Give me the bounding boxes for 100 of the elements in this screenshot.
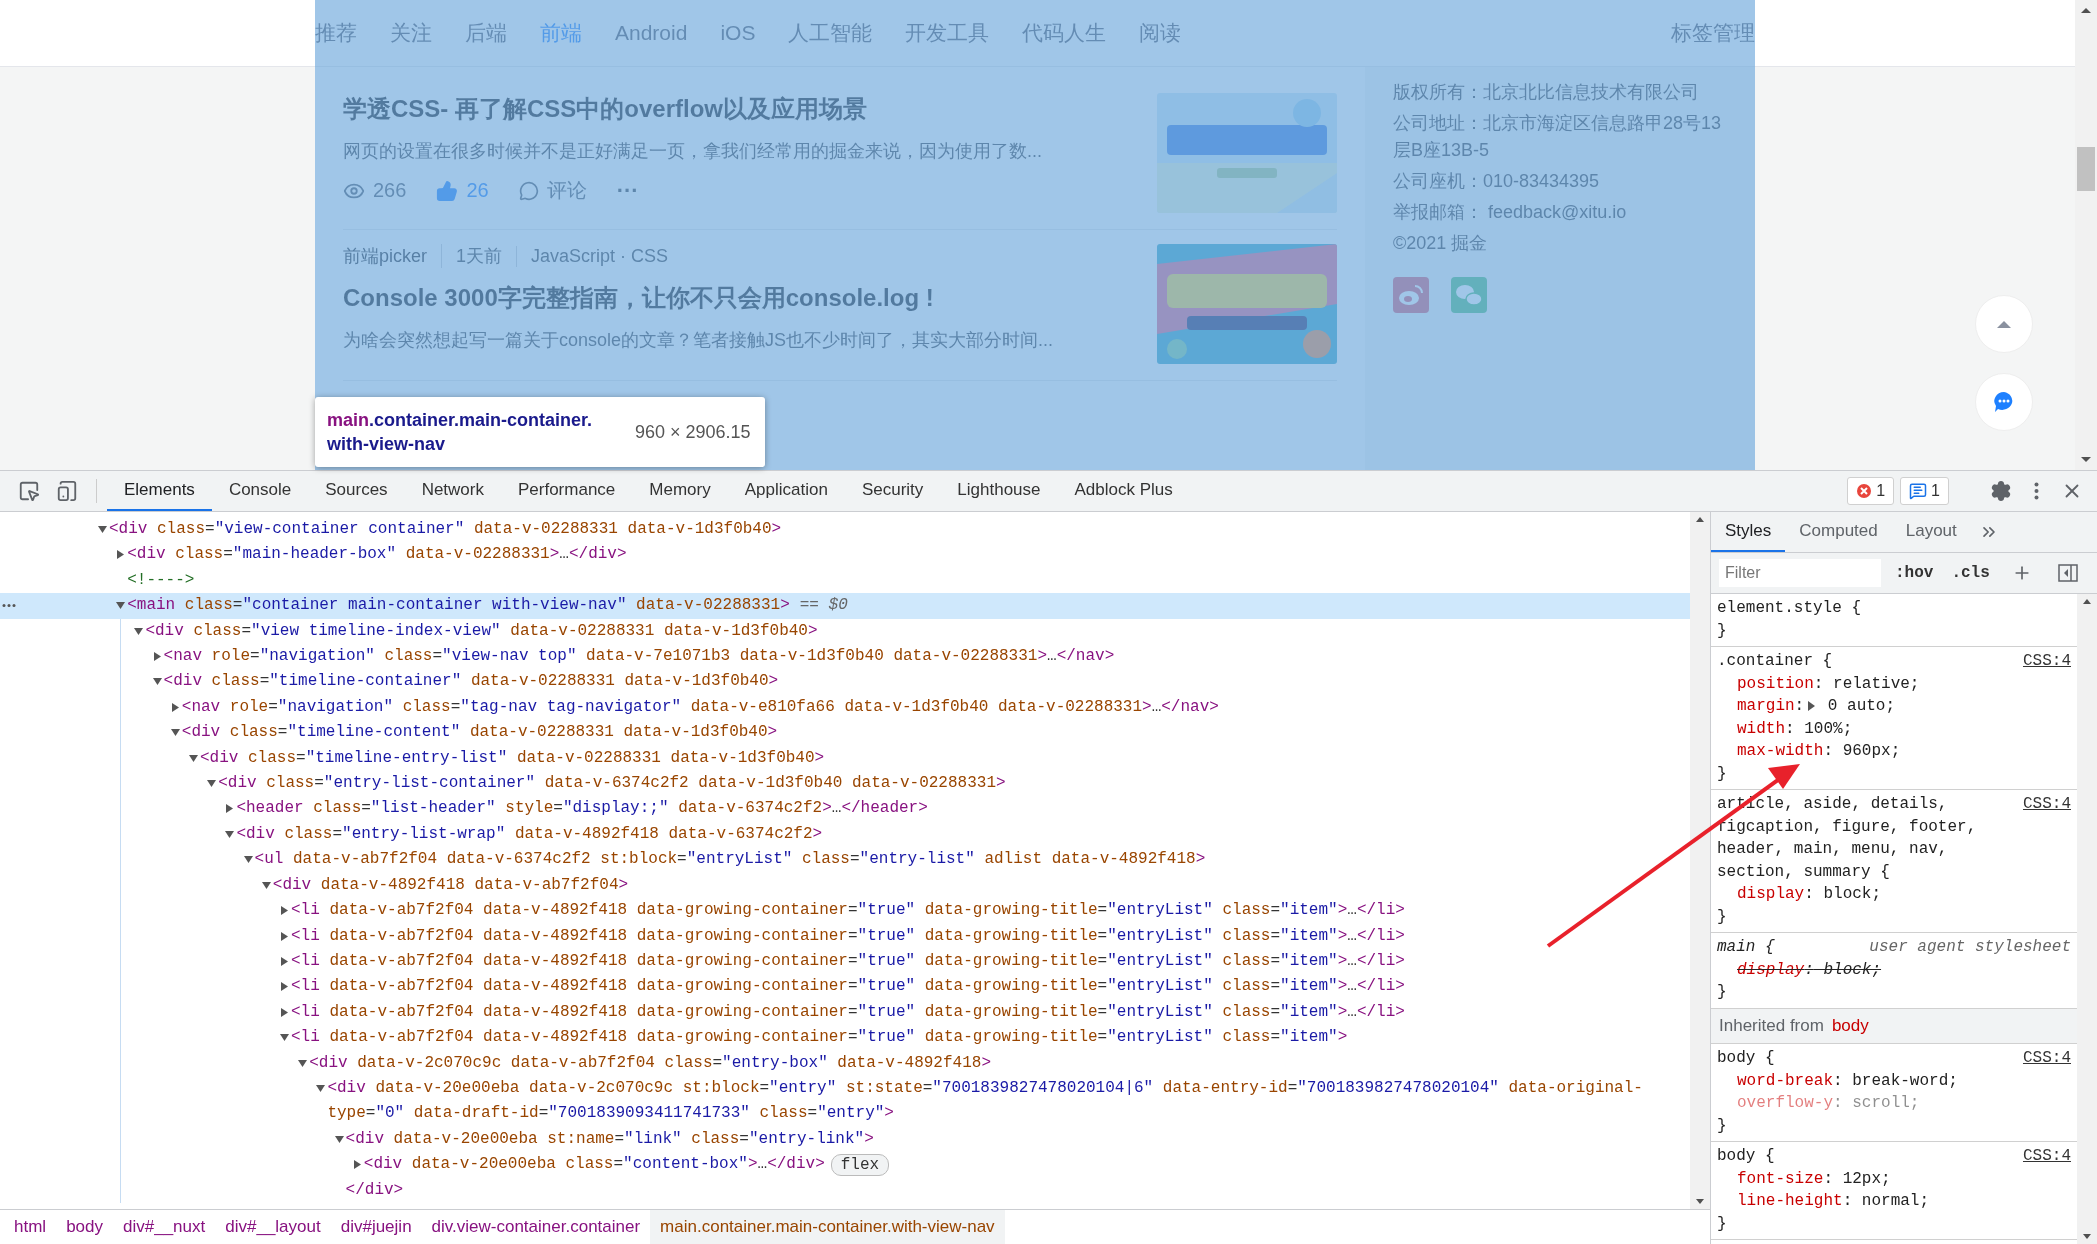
breadcrumb-item[interactable]: html	[4, 1210, 57, 1244]
tree-row[interactable]: <div class="timeline-container" data-v-02288331 data-v-1d3f0b40>	[0, 669, 1690, 695]
breadcrumb-item[interactable]: div.view-container.container	[421, 1210, 651, 1244]
html-tag: <div class="timeline-content" data-v-02288331 data-v-1d3f0b40>	[181, 720, 778, 746]
html-tag: <div class="main-header-box" data-v-02288331>…</div>	[127, 542, 627, 568]
thumbs-up-icon[interactable]	[436, 179, 459, 202]
devtools-tab[interactable]: Security	[844, 471, 941, 511]
tree-row[interactable]: <li data-v-ab7f2f04 data-v-4892f418 data-growing-container="true" data-growing-title="entryList" class="item">…</li>	[0, 999, 1690, 1026]
tree-row[interactable]: <div class="view timeline-index-view" data-v-02288331 data-v-1d3f0b40>	[0, 618, 1690, 645]
css-declaration[interactable]: display: block;	[1717, 958, 1882, 981]
tree-row[interactable]: <div data-v-20e00eba data-v-2c070c9c st:block="entry" st:state="7001839827478020104|6" data-entry-id="7001839827478020104" data-original-type="0" data-draft-id="7001839093411741733" class="entry">	[0, 1075, 1690, 1127]
tree-row[interactable]: <div class="entry-list-container" data-v-6374c2f2 data-v-1d3f0b40 data-v-02288331>	[0, 771, 1690, 797]
message-counter[interactable]: 1	[1900, 477, 1949, 505]
footer-text: 公司地址：北京市海淀区信息路甲28号13层B座13B-5	[1393, 112, 1723, 162]
breadcrumb-item[interactable]: div#juejin	[330, 1210, 422, 1244]
devtools-tab[interactable]: Elements	[107, 471, 212, 511]
html-comment: <!---->	[127, 569, 195, 591]
tree-row[interactable]: <main class="container main-container with-view-nav" data-v-02288331> == $0	[0, 593, 1690, 619]
css-declaration[interactable]: width: 100%;	[1717, 717, 1853, 740]
css-declaration[interactable]: word-break: break-word;	[1717, 1069, 1958, 1092]
devtools-tab[interactable]: Sources	[308, 471, 405, 511]
tree-row[interactable]: <li data-v-ab7f2f04 data-v-4892f418 data-growing-container="true" data-growing-title="entryList" class="item">…</li>	[0, 898, 1690, 924]
tree-row[interactable]: <header class="list-header" style="display:;" data-v-6374c2f2>…</header>	[0, 796, 1690, 822]
error-counter[interactable]: 1	[1847, 477, 1895, 505]
scrollbar[interactable]	[2075, 0, 2097, 470]
breadcrumb-item[interactable]: main.container.main-container.with-view-nav	[650, 1210, 1005, 1244]
scroll-thumb[interactable]	[2077, 147, 2095, 191]
rule-source[interactable]: CSS:4	[2023, 1047, 2071, 1070]
tree-row[interactable]: <nav role="navigation" class="tag-nav tag-navigator" data-v-e810fa66 data-v-1d3f0b40 data-v-02288331>…</nav>	[0, 694, 1690, 721]
tree-row[interactable]: <div class="view-container container" data-v-02288331 data-v-1d3f0b40>	[0, 517, 1690, 543]
rule-source[interactable]: CSS:4	[2023, 1145, 2071, 1168]
devtools-tab[interactable]: Lighthouse	[940, 471, 1058, 511]
tree-row[interactable]: <nav role="navigation" class="view-nav top" data-v-7e1071b3 data-v-1d3f0b40 data-v-02288331>…</nav>	[0, 644, 1690, 670]
devtools-tab[interactable]: Application	[727, 471, 845, 511]
html-tag: <div data-v-20e00eba data-v-2c070c9c st:block="entry" st:state="7001839827478020104|6" data-entry-id="7001839827478020104" data-original-type="0" data-draft-id="7001839093411741733" class="entry">	[327, 1075, 1666, 1127]
scroll-down-icon[interactable]	[1695, 1198, 1705, 1205]
css-declaration[interactable]: font-size: 12px;	[1717, 1167, 1891, 1190]
html-tag: <div class="entry-list-container" data-v-6374c2f2 data-v-1d3f0b40 data-v-02288331>	[218, 771, 1006, 797]
css-declaration[interactable]: position: relative;	[1717, 672, 1920, 695]
css-declaration[interactable]: max-width: 960px;	[1717, 740, 1901, 763]
rule-source[interactable]: CSS:4	[2023, 793, 2071, 816]
caret-up-icon	[1996, 319, 2012, 329]
comment-icon	[518, 180, 539, 201]
tree-row[interactable]: <div data-v-20e00eba st:name="link" class="entry-link">	[0, 1126, 1690, 1153]
css-declaration[interactable]: display: block;	[1717, 883, 1882, 906]
breadcrumb-item[interactable]: div#__layout	[215, 1210, 331, 1244]
tree-row[interactable]: <div class="entry-list-wrap" data-v-4892f418 data-v-6374c2f2>	[0, 821, 1690, 848]
tree-row[interactable]: <li data-v-ab7f2f04 data-v-4892f418 data-growing-container="true" data-growing-title="entryList" class="item">…</li>	[0, 923, 1690, 949]
html-tag: <li data-v-ab7f2f04 data-v-4892f418 data-growing-container="true" data-growing-title="entryList" class="item">…</li>	[291, 898, 1405, 924]
devtools-tab[interactable]: Adblock Plus	[1057, 471, 1190, 511]
classes-button[interactable]: .cls	[1947, 564, 1994, 582]
tree-row[interactable]: <!---->	[0, 567, 1690, 594]
scroll-up-icon[interactable]	[1695, 516, 1705, 523]
tree-row[interactable]: <ul data-v-ab7f2f04 data-v-6374c2f2 st:block="entryList" class="entry-list" adlist data-v-4892f418>	[0, 847, 1690, 873]
styles-tab[interactable]: Computed	[1785, 512, 1892, 552]
css-declaration[interactable]: margin: 0 auto;	[1717, 695, 1896, 718]
html-tag: <div data-v-20e00eba st:name="link" class="entry-link">	[345, 1126, 874, 1153]
scroll-down-icon[interactable]	[2080, 456, 2092, 464]
styles-tab[interactable]: Layout	[1891, 512, 1971, 552]
flex-badge[interactable]: flex	[830, 1153, 890, 1176]
more-icon[interactable]	[2, 603, 16, 609]
html-tag: <ul data-v-ab7f2f04 data-v-6374c2f2 st:block="entryList" class="entry-list" adlist data-v-4892f418>	[254, 847, 1206, 873]
css-declaration[interactable]: line-height: normal;	[1717, 1190, 1930, 1213]
devtools-tab[interactable]: Console	[211, 471, 309, 511]
devtools-tab[interactable]: Performance	[501, 471, 633, 511]
html-tag: <div class="view timeline-index-view" data-v-02288331 data-v-1d3f0b40>	[145, 618, 818, 645]
devices-icon	[56, 480, 78, 502]
tree-row[interactable]: <li data-v-ab7f2f04 data-v-4892f418 data-growing-container="true" data-growing-title="entryList" class="item">…</li>	[0, 974, 1690, 1000]
element-size: 960 × 2906.15	[635, 421, 751, 443]
inherited-element-link[interactable]: body	[1831, 1014, 1869, 1037]
html-tag: </div>	[345, 1177, 404, 1203]
scroll-down-icon[interactable]	[2082, 1233, 2092, 1240]
breadcrumb-item[interactable]: div#__nuxt	[113, 1210, 216, 1244]
tree-row[interactable]: <li data-v-ab7f2f04 data-v-4892f418 data-growing-container="true" data-growing-title="entryList" class="item">	[0, 1025, 1690, 1051]
scroll-up-icon[interactable]	[2080, 6, 2092, 14]
chat-icon	[1993, 391, 2015, 413]
tree-row[interactable]: <div class="main-header-box" data-v-02288331>…</div>	[0, 542, 1690, 568]
rule-source[interactable]: user agent stylesheet	[1869, 936, 2071, 959]
scroll-up-icon[interactable]	[2082, 598, 2092, 605]
console-reference: == $0	[799, 595, 848, 617]
html-tag: <div class="entry-list-wrap" data-v-4892f418 data-v-6374c2f2>	[236, 821, 823, 848]
devtools-tab[interactable]: Memory	[632, 471, 728, 511]
rule-source[interactable]: CSS:4	[2023, 650, 2071, 673]
scrollbar[interactable]	[1690, 512, 1710, 1209]
tree-row[interactable]: <div class="timeline-content" data-v-02288331 data-v-1d3f0b40>	[0, 720, 1690, 746]
tree-row[interactable]: <div data-v-4892f418 data-v-ab7f2f04>	[0, 872, 1690, 899]
breadcrumb-item[interactable]: body	[56, 1210, 113, 1244]
tree-row[interactable]: <div data-v-2c070c9c data-v-ab7f2f04 class="entry-box" data-v-4892f418>	[0, 1050, 1690, 1076]
hover-state-button[interactable]: :hov	[1891, 564, 1938, 582]
css-selector: .container {	[1717, 651, 1833, 672]
html-tag: <nav role="navigation" class="view-nav top" data-v-7e1071b3 data-v-1d3f0b40 data-v-02288331>…</nav>	[163, 644, 1115, 670]
tree-row[interactable]: <div data-v-20e00eba class="content-box">…</div> flex	[0, 1152, 1690, 1178]
html-tag: <li data-v-ab7f2f04 data-v-4892f418 data-growing-container="true" data-growing-title="entryList" class="item">…</li>	[291, 948, 1405, 975]
tree-row[interactable]: <div class="timeline-entry-list" data-v-02288331 data-v-1d3f0b40>	[0, 745, 1690, 772]
message-icon	[1909, 482, 1928, 500]
css-selector: body {	[1717, 1048, 1775, 1069]
scrollbar[interactable]	[2077, 594, 2097, 1244]
devtools-tab[interactable]: Network	[404, 471, 501, 511]
tree-row[interactable]: <li data-v-ab7f2f04 data-v-4892f418 data-growing-container="true" data-growing-title="entryList" class="item">…</li>	[0, 948, 1690, 975]
filter-field[interactable]: Filter	[1719, 559, 1881, 587]
